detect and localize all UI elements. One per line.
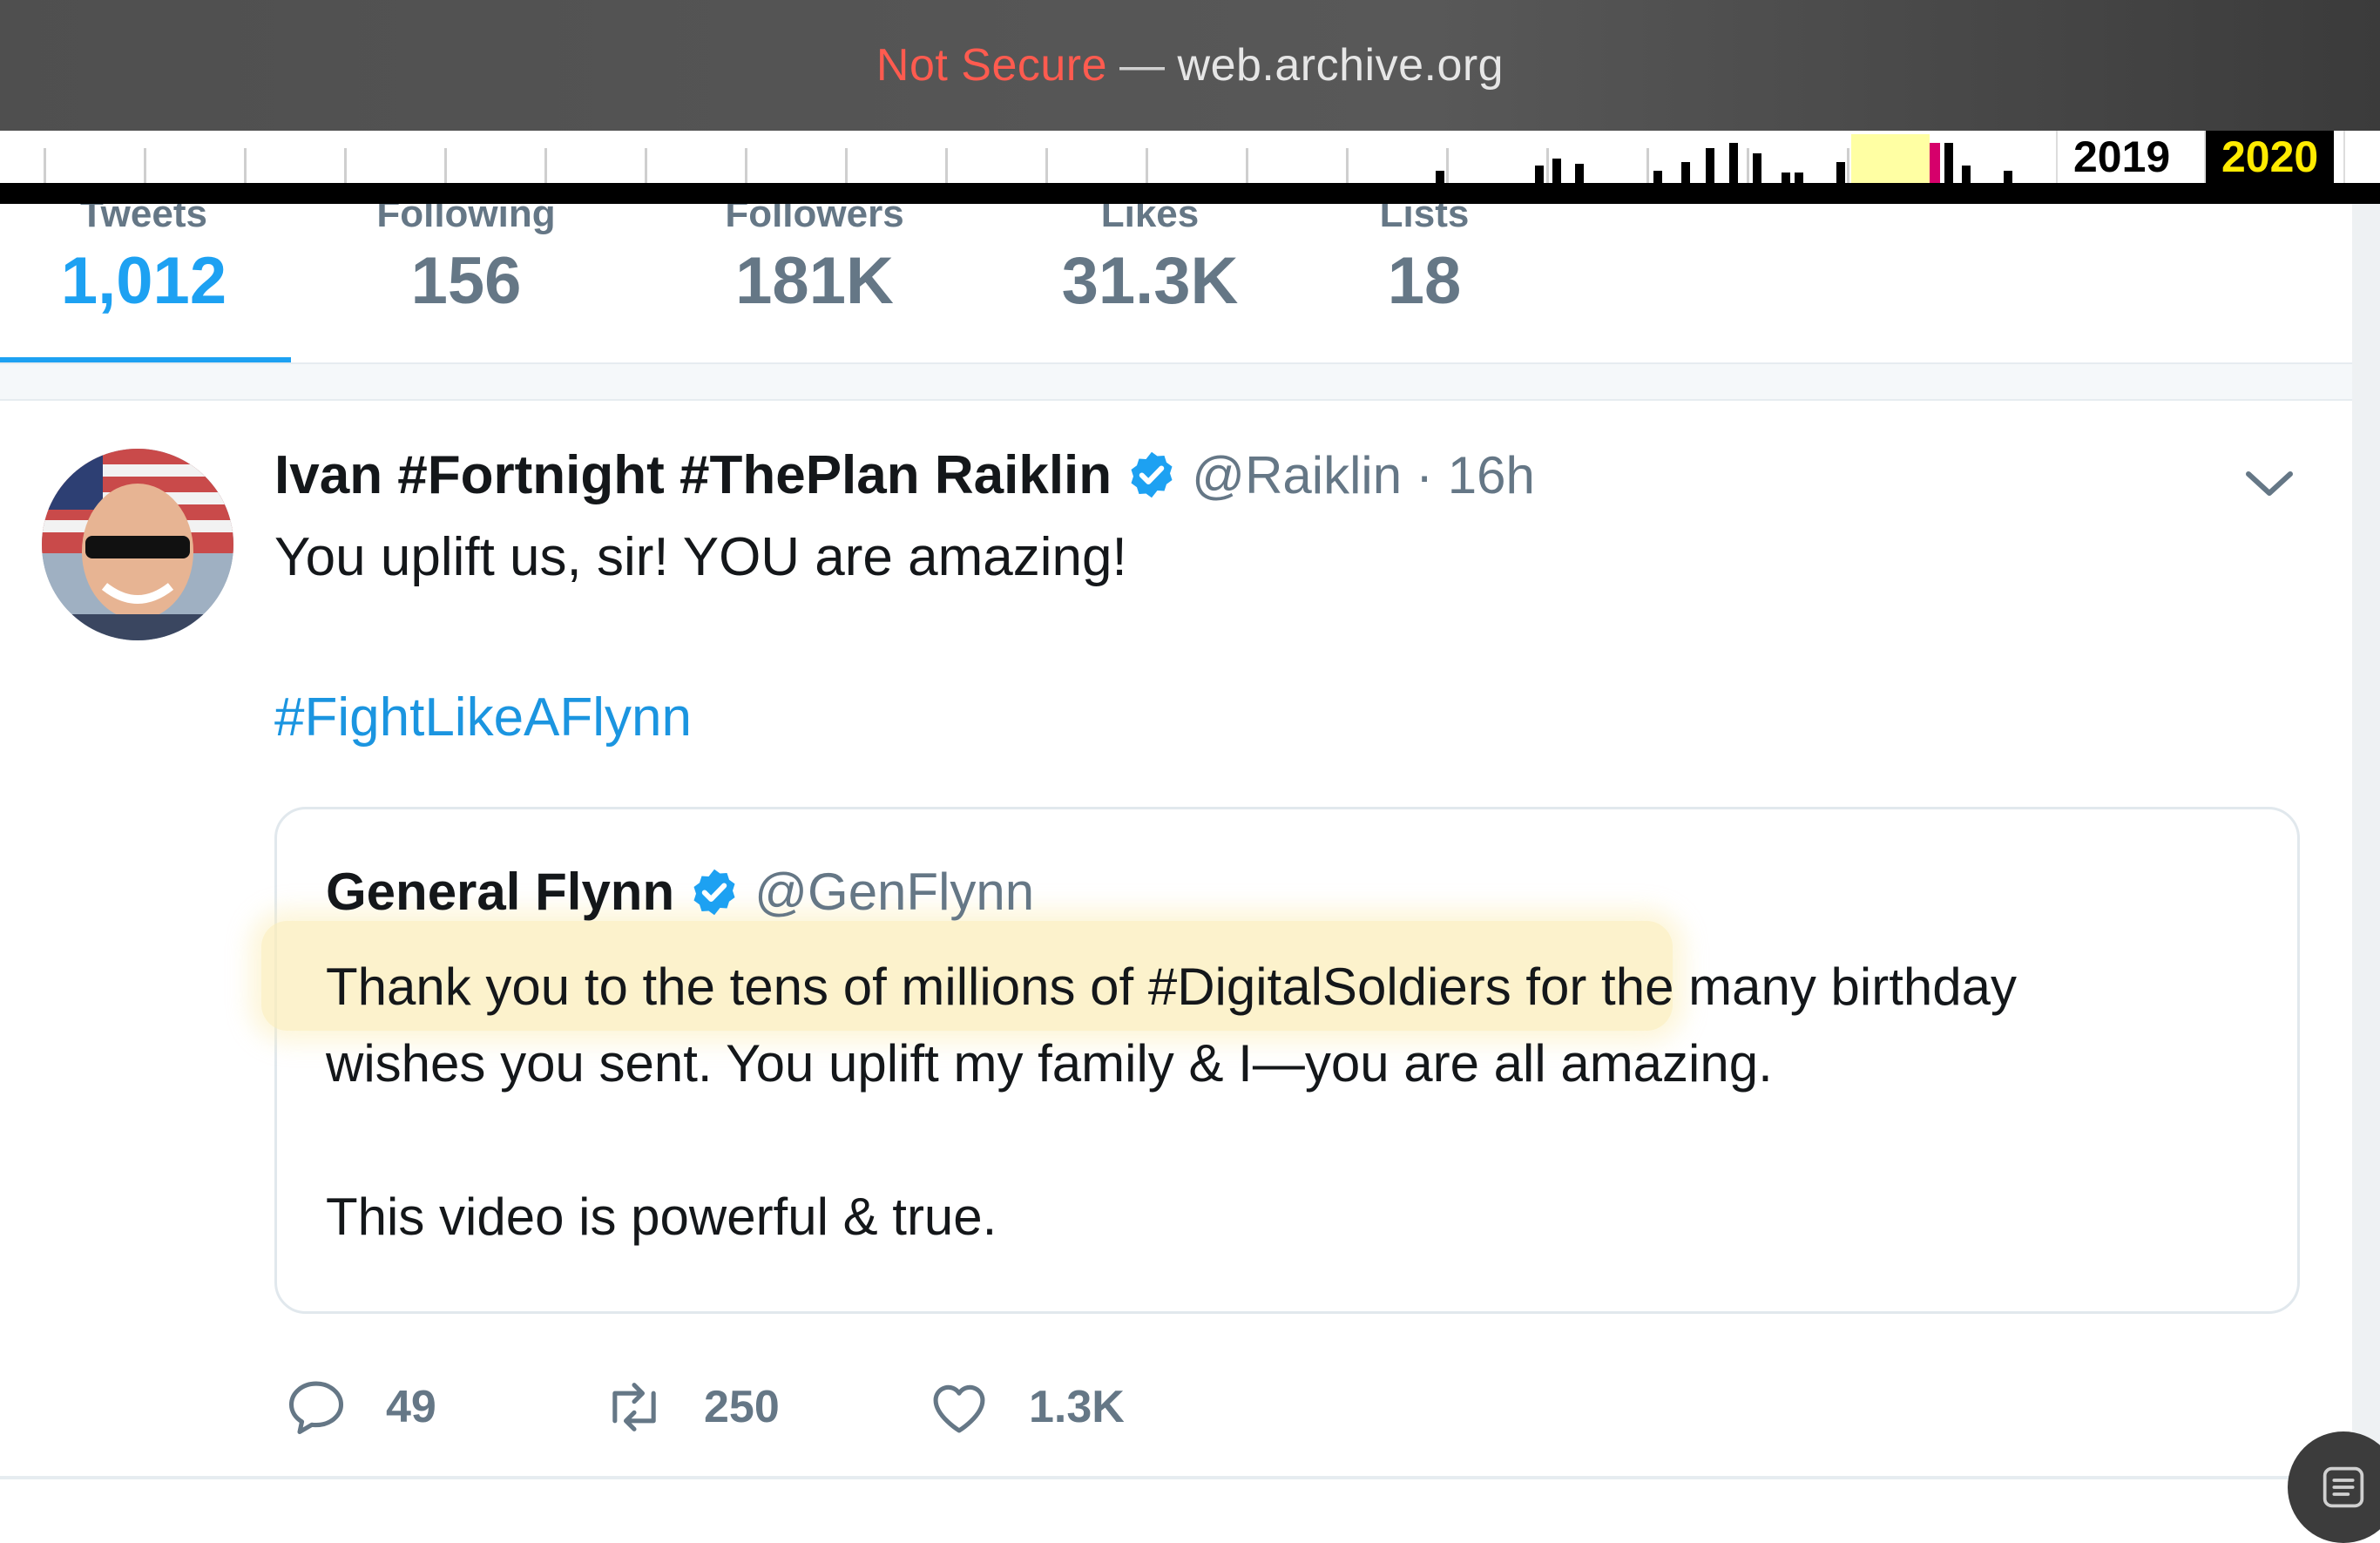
stat-value: 1,012 <box>60 244 227 318</box>
tweet-timestamp[interactable]: · 16h <box>1416 445 1535 505</box>
retweet-button[interactable]: 250 <box>601 1368 780 1446</box>
stat-likes[interactable]: Likes 31.3K <box>1028 204 1272 321</box>
timeline-tick <box>745 148 747 183</box>
like-button[interactable]: 1.3K <box>926 1368 1125 1446</box>
stat-value: 18 <box>1387 244 1462 318</box>
url-domain: web.archive.org <box>1177 40 1504 91</box>
retweet-icon <box>612 1383 656 1431</box>
timeline-current-highlight <box>1851 134 1930 183</box>
timeline-tick <box>1346 148 1349 183</box>
timeline-tick <box>1045 148 1048 183</box>
like-count: 1.3K <box>1029 1382 1125 1432</box>
timeline-tick <box>1546 148 1549 183</box>
reply-icon <box>288 1381 344 1435</box>
heart-icon <box>933 1384 985 1433</box>
quoted-text-line: wishes you sent. You uplift my family & … <box>326 1034 1773 1093</box>
timeline-year[interactable]: 2019 <box>2056 131 2187 183</box>
wayback-timeline[interactable]: 2019 2020 <box>0 131 2380 183</box>
retweet-count: 250 <box>704 1382 780 1432</box>
stat-label: Followers <box>725 204 904 235</box>
timeline-year-current[interactable]: 2020 <box>2204 131 2335 183</box>
capture-bar <box>1782 173 1790 183</box>
timeline-tick <box>1246 148 1248 183</box>
timeline-year-next[interactable] <box>2343 131 2380 183</box>
timeline-tick <box>144 148 146 183</box>
hashtag-link[interactable]: #FightLikeAFlynn <box>274 683 692 753</box>
capture-bar <box>1795 173 1803 183</box>
quoted-author-handle: @GenFlynn <box>754 863 1035 921</box>
stat-tweets[interactable]: Tweets 1,012 <box>35 204 253 321</box>
verified-badge-icon <box>693 869 735 915</box>
profile-stats: Tweets 1,012 Following 156 Followers 181… <box>0 204 2352 362</box>
capture-bar-highlight <box>1930 143 1940 183</box>
author-handle[interactable]: @Raiklin <box>1192 445 1402 505</box>
capture-bar <box>1575 164 1584 183</box>
url-separator: — <box>1119 40 1166 91</box>
capture-bar <box>1653 171 1662 183</box>
capture-bar <box>1436 171 1444 183</box>
timeline-tick <box>344 148 347 183</box>
divider <box>0 1476 2352 1479</box>
capture-bar <box>1729 143 1738 183</box>
timeline-tick <box>444 148 447 183</box>
stat-label: Lists <box>1379 204 1470 235</box>
timeline-tick <box>1847 148 1849 183</box>
capture-bar <box>1944 143 1953 183</box>
timeline-tick <box>1146 148 1148 183</box>
capture-bar <box>1535 166 1544 183</box>
timeline-tick <box>1747 148 1749 183</box>
stat-following[interactable]: Following 156 <box>344 204 588 321</box>
stat-label: Tweets <box>80 204 207 235</box>
verified-badge-icon <box>1131 451 1173 498</box>
reader-icon <box>2323 1466 2364 1508</box>
stat-value: 31.3K <box>1061 244 1239 318</box>
capture-bar <box>2004 171 2012 183</box>
security-warning: Not Secure <box>876 40 1108 91</box>
wayback-bottom-border <box>0 183 2380 204</box>
capture-bar <box>1681 162 1690 183</box>
timeline-tick <box>244 148 247 183</box>
capture-bar <box>1836 162 1845 183</box>
quoted-text-line: Thank you to the tens of millions of #Di… <box>326 958 2017 1016</box>
stat-label: Following <box>376 204 556 235</box>
reply-button[interactable]: 49 <box>283 1368 436 1446</box>
tweet-text: You uplift us, sir! YOU are amazing! <box>274 527 1127 587</box>
tweet-header: Ivan #Fortnight #ThePlan Raiklin @Raikli… <box>274 440 1535 510</box>
author-name[interactable]: Ivan #Fortnight #ThePlan Raiklin <box>274 444 1112 506</box>
timeline-tick <box>544 148 547 183</box>
timeline-gutter <box>0 364 2352 401</box>
right-rail <box>2352 204 2380 1522</box>
reply-count: 49 <box>386 1382 436 1432</box>
timeline-tick <box>44 148 46 183</box>
capture-bar <box>1552 159 1561 183</box>
quoted-author-name: General Flynn <box>326 863 675 921</box>
timeline-tick <box>845 148 848 183</box>
capture-bar <box>1962 166 1971 183</box>
stat-lists[interactable]: Lists 18 <box>1337 204 1511 321</box>
timeline-tick <box>645 148 647 183</box>
capture-bar <box>1706 148 1714 183</box>
stat-value: 156 <box>410 244 522 318</box>
stat-followers[interactable]: Followers 181K <box>693 204 936 321</box>
quoted-text-line: This video is powerful & true. <box>326 1188 997 1246</box>
reader-button[interactable] <box>2288 1431 2380 1543</box>
chevron-down-icon[interactable] <box>2243 462 2295 505</box>
avatar[interactable] <box>42 449 233 640</box>
stat-label: Likes <box>1100 204 1200 235</box>
timeline-tick <box>945 148 948 183</box>
avatar-photo <box>42 449 233 640</box>
timeline-tick <box>1446 148 1449 183</box>
capture-bar <box>1753 153 1761 183</box>
quoted-tweet-header: General Flynn @GenFlynn <box>326 862 1034 922</box>
stat-value: 181K <box>735 244 894 318</box>
browser-url-bar[interactable]: Not Secure — web.archive.org <box>0 0 2380 131</box>
quoted-tweet[interactable]: General Flynn @GenFlynn Thank you to the… <box>261 807 2300 1314</box>
timeline-tick <box>1646 148 1649 183</box>
